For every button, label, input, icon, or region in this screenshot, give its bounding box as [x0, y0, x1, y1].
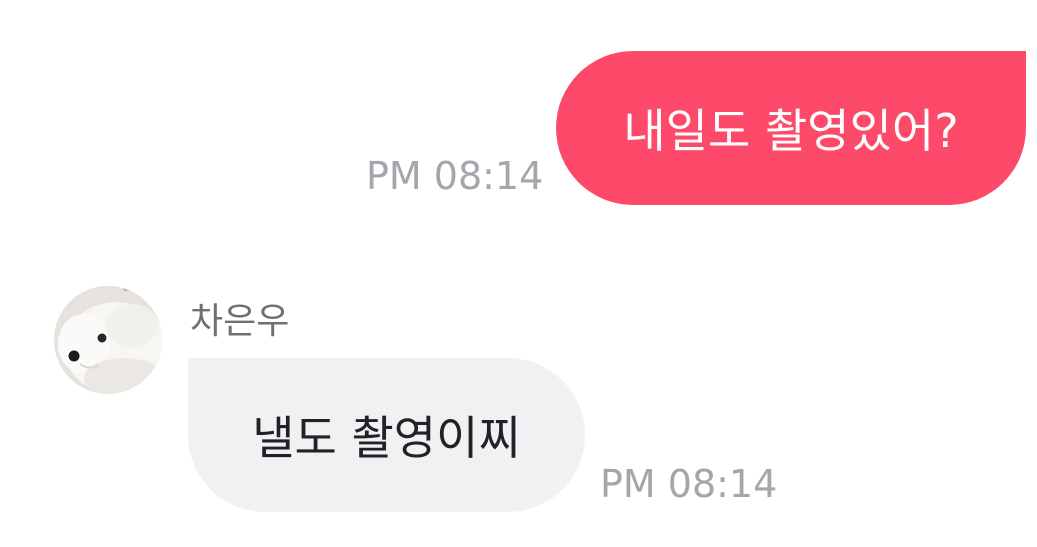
- incoming-message-bubble[interactable]: 낼도 촬영이찌: [188, 358, 585, 512]
- incoming-message-text: 낼도 촬영이찌: [252, 411, 521, 465]
- incoming-message-timestamp: PM 08:14: [600, 462, 778, 506]
- white-dog-avatar-icon: [54, 286, 162, 394]
- outgoing-message-timestamp: PM 08:14: [366, 154, 544, 198]
- outgoing-message-bubble[interactable]: 내일도 촬영있어?: [556, 51, 1026, 205]
- sender-name[interactable]: 차은우: [190, 292, 289, 344]
- sender-avatar[interactable]: [54, 286, 162, 394]
- outgoing-message-text: 내일도 촬영있어?: [623, 104, 959, 158]
